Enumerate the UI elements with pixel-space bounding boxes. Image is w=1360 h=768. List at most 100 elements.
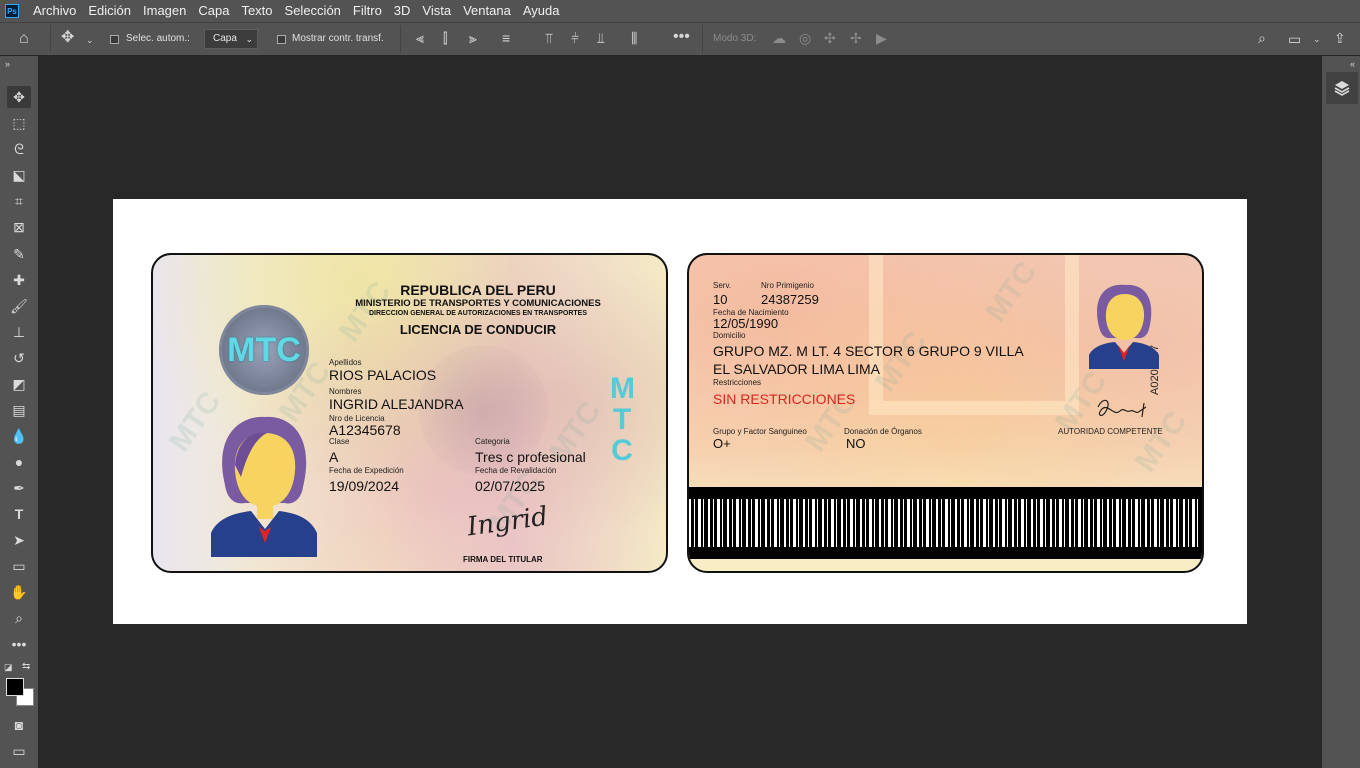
align-bottom-icon[interactable]: ⫫	[597, 31, 605, 45]
nombres-label: Nombres	[329, 387, 362, 396]
screen-mode-icon[interactable]: ▭	[7, 740, 31, 762]
roll-3d-icon[interactable]: ◎	[799, 31, 811, 45]
hand-tool-icon[interactable]: ✋	[7, 581, 31, 603]
rectangle-tool-icon[interactable]: ▭	[7, 555, 31, 577]
foreground-color-swatch[interactable]	[6, 678, 24, 696]
auto-select-dropdown[interactable]: Capa ⌄	[204, 29, 258, 49]
show-transform-checkbox[interactable]	[277, 35, 286, 44]
menu-texto[interactable]: Texto	[235, 0, 278, 22]
chevron-down-icon[interactable]: ⌄	[1313, 32, 1321, 46]
camera-3d-icon[interactable]: ▶	[876, 31, 887, 45]
eraser-tool-icon[interactable]: ◩	[7, 373, 31, 395]
align-right-icon[interactable]: ⫸	[469, 31, 477, 45]
default-colors-icon[interactable]: ◪	[4, 660, 13, 674]
share-icon[interactable]: ⇪	[1334, 31, 1346, 45]
gradient-tool-icon[interactable]: ▤	[7, 399, 31, 421]
document-canvas[interactable]: MTC MTC MTC MTC MTC MTC REPUBLICA DEL PE…	[113, 199, 1247, 624]
serv-label: Serv.	[713, 281, 732, 290]
workspace-icon[interactable]: ▭	[1288, 32, 1301, 46]
tools-panel: » ✥ ⬚ ᘓ ⬕ ⌗ ⊠ ✎ ✚ 🖌 ⊥ ↺ ◩ ▤ 💧 ● ✒ T ➤ ▭ …	[0, 56, 39, 768]
menu-archivo[interactable]: Archivo	[27, 0, 82, 22]
distribute-vertical-icon[interactable]: ⫼	[631, 31, 637, 45]
menu-vista[interactable]: Vista	[416, 0, 457, 22]
right-panel-dock: «	[1321, 56, 1360, 768]
align-hcenter-icon[interactable]: ⫿	[443, 31, 447, 45]
menu-ventana[interactable]: Ventana	[457, 0, 517, 22]
holder-photo	[211, 416, 317, 557]
clase-label: Clase	[329, 437, 350, 446]
mode-3d-label: Modo 3D:	[713, 33, 757, 44]
menu-seleccion[interactable]: Selección	[279, 0, 347, 22]
seal-text: MTC	[227, 330, 301, 369]
slide-3d-icon[interactable]: ✢	[850, 31, 862, 45]
licencia-value: A12345678	[329, 422, 401, 438]
domicilio-line-2: EL SALVADOR LIMA LIMA	[713, 361, 881, 377]
edit-toolbar-icon[interactable]: •••	[7, 633, 31, 655]
move-tool-icon[interactable]: ✥	[7, 86, 31, 108]
auto-select-checkbox[interactable]	[110, 35, 119, 44]
donacion-value: NO	[846, 436, 866, 451]
object-selection-tool-icon[interactable]: ⬕	[7, 164, 31, 186]
menu-edicion[interactable]: Edición	[82, 0, 137, 22]
quick-mask-icon[interactable]: ◙	[7, 714, 31, 736]
chevron-down-icon[interactable]: ⌄	[86, 33, 94, 47]
show-transform-label: Mostrar contr. transf.	[292, 33, 384, 44]
ministry-heading: MINISTERIO DE TRANSPORTES Y COMUNICACION…	[355, 298, 601, 309]
menu-filtro[interactable]: Filtro	[347, 0, 388, 22]
sangre-label: Grupo y Factor Sanguineo	[713, 427, 807, 436]
domicilio-line-1: GRUPO MZ. M LT. 4 SECTOR 6 GRUPO 9 VILLA	[713, 343, 1024, 359]
swap-colors-icon[interactable]: ⇆	[22, 660, 30, 674]
drag-3d-icon[interactable]: ✣	[824, 31, 836, 45]
path-selection-tool-icon[interactable]: ➤	[7, 529, 31, 551]
chevron-down-icon: ⌄	[245, 34, 253, 44]
crop-tool-icon[interactable]: ⌗	[7, 190, 31, 212]
align-top-icon[interactable]: ⫪	[545, 31, 553, 45]
menu-3d[interactable]: 3D	[388, 0, 417, 22]
layers-panel-button[interactable]	[1326, 72, 1358, 104]
align-left-icon[interactable]: ⫷	[416, 31, 424, 45]
clone-stamp-tool-icon[interactable]: ⊥	[7, 321, 31, 343]
orbit-3d-icon[interactable]: ☁	[772, 31, 786, 45]
holder-ghost-photo	[1089, 284, 1159, 369]
brush-tool-icon[interactable]: 🖌	[7, 295, 31, 317]
search-icon[interactable]: ⌕	[1258, 31, 1266, 45]
barcode-bars	[689, 499, 1202, 547]
move-tool-icon[interactable]: ✥	[61, 30, 74, 46]
menu-imagen[interactable]: Imagen	[137, 0, 192, 22]
healing-brush-tool-icon[interactable]: ✚	[7, 269, 31, 291]
distribute-horizontal-icon[interactable]: ≡	[502, 31, 510, 45]
align-vcenter-icon[interactable]: ⫩	[571, 31, 579, 45]
menu-ayuda[interactable]: Ayuda	[517, 0, 566, 22]
blur-tool-icon[interactable]: 💧	[7, 425, 31, 447]
barcode	[689, 487, 1202, 559]
revalidacion-label: Fecha de Revalidación	[475, 466, 557, 475]
frame-tool-icon[interactable]: ⊠	[7, 216, 31, 238]
menu-bar: Ps Archivo Edición Imagen Capa Texto Sel…	[0, 0, 1360, 22]
type-tool-icon[interactable]: T	[7, 503, 31, 525]
dodge-tool-icon[interactable]: ●	[7, 451, 31, 473]
mtc-seal: MTC	[219, 305, 309, 395]
more-options-icon[interactable]: •••	[673, 29, 690, 45]
marquee-tool-icon[interactable]: ⬚	[7, 112, 31, 134]
authority-signature	[1097, 399, 1147, 418]
clase-value: A	[329, 449, 339, 465]
direction-heading: DIRECCION GENERAL DE AUTORIZACIONES EN T…	[368, 310, 588, 317]
apellidos-value: RIOS PALACIOS	[329, 367, 437, 383]
eyedropper-tool-icon[interactable]: ✎	[7, 243, 31, 265]
expand-panel-icon[interactable]: »	[5, 57, 10, 71]
menu-capa[interactable]: Capa	[192, 0, 235, 22]
autoridad-label: AUTORIDAD COMPETENTE	[1058, 427, 1163, 436]
photoshop-logo-icon[interactable]: Ps	[5, 4, 19, 18]
home-icon[interactable]: ⌂	[19, 31, 29, 47]
nro-primigenio-value: 24387259	[761, 292, 819, 307]
categoria-value: Tres c profesional	[475, 449, 586, 465]
lasso-tool-icon[interactable]: ᘓ	[7, 138, 31, 160]
pen-tool-icon[interactable]: ✒	[7, 477, 31, 499]
domicilio-label: Domicilio	[713, 331, 746, 340]
history-brush-tool-icon[interactable]: ↺	[7, 347, 31, 369]
collapse-panel-icon[interactable]: «	[1350, 57, 1355, 71]
zoom-tool-icon[interactable]: ⌕	[7, 607, 31, 629]
auto-select-label: Selec. autom.:	[126, 33, 190, 44]
firma-label: FIRMA DEL TITULAR	[463, 555, 543, 564]
auto-select-value: Capa	[213, 33, 237, 44]
